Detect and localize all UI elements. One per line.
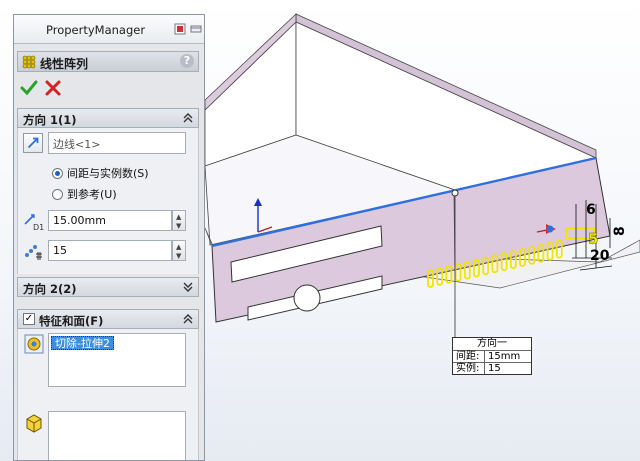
radio-spacing-instances[interactable]: 间距与实例数(S) <box>52 165 149 181</box>
linear-pattern-icon <box>22 55 36 69</box>
callout-spacing-value[interactable]: 15mm <box>485 351 520 362</box>
pin-icon[interactable] <box>174 23 186 35</box>
callout-title: 方向一 <box>477 338 507 349</box>
chevron-up-icon[interactable] <box>182 313 194 325</box>
callout-spacing-row: 间距: 15mm <box>453 350 531 362</box>
faces-to-pattern-icon <box>26 414 42 433</box>
spacing-spinner[interactable]: ▲ ▼ <box>172 210 186 231</box>
faces-listbox[interactable] <box>48 411 186 460</box>
property-manager-header: PropertyManager <box>14 15 204 44</box>
radio-spacing-label: 间距与实例数(S) <box>67 167 149 180</box>
callout-instances-row: 实例: 15 <box>453 362 531 374</box>
radio-dot-selected <box>52 168 63 179</box>
features-to-pattern-icon <box>24 334 44 354</box>
spacing-input[interactable]: 15.00mm <box>48 210 172 231</box>
model-viewport[interactable]: 6 5 8 20 <box>205 0 640 461</box>
features-title: 特征和面(F) <box>39 314 104 328</box>
features-group-body: 切除-拉伸2 <box>17 329 199 460</box>
round-cutout <box>293 284 321 312</box>
expand-icon[interactable] <box>190 23 202 35</box>
ok-check-button[interactable] <box>20 79 38 97</box>
list-item[interactable]: 切除-拉伸2 <box>51 336 114 350</box>
radio-reference-label: 到参考(U) <box>67 188 117 201</box>
feature-title-bar: 线性阵列 ? <box>17 51 199 72</box>
direction1-group-header[interactable]: 方向 1(1) <box>17 108 199 128</box>
radio-up-to-reference[interactable]: 到参考(U) <box>52 186 117 202</box>
callout-anchor <box>451 189 459 197</box>
chevron-down-icon[interactable] <box>182 281 194 293</box>
instances-count-icon <box>25 245 42 260</box>
direction1-title: 方向 1(1) <box>23 113 77 127</box>
dim-8-label: 8 <box>612 226 628 236</box>
callout-instances-value[interactable]: 15 <box>485 363 501 374</box>
features-checkbox[interactable]: ✓ <box>23 313 35 325</box>
callout-spacing-label: 间距: <box>453 351 485 362</box>
spacing-dimension-icon: D1 <box>24 214 44 232</box>
reverse-direction-icon[interactable] <box>23 133 43 153</box>
panel-title: PropertyManager <box>46 23 146 37</box>
dim-6-label: 6 <box>586 202 596 218</box>
feature-name: 线性阵列 <box>40 57 89 71</box>
spacing-icon-label: D1 <box>33 223 44 232</box>
help-icon[interactable]: ? <box>180 54 194 68</box>
pattern-callout[interactable]: 方向一 间距: 15mm 实例: 15 <box>452 337 532 375</box>
callout-title-row: 方向一 <box>453 338 531 350</box>
instances-input[interactable]: 15 <box>48 240 172 261</box>
direction2-group-header[interactable]: 方向 2(2) <box>17 277 199 297</box>
chevron-up-icon[interactable] <box>182 112 194 124</box>
features-listbox[interactable]: 切除-拉伸2 <box>48 333 186 387</box>
features-group-header[interactable]: ✓ 特征和面(F) <box>17 309 199 329</box>
dim-20-label: 20 <box>590 248 610 264</box>
property-manager-panel: PropertyManager 线性阵列 ? 方向 1(1) 边线<1> 间距与… <box>13 14 205 461</box>
radio-dot <box>52 189 63 200</box>
dim-5-label: 5 <box>588 230 598 248</box>
direction1-group-body: 边线<1> 间距与实例数(S) 到参考(U) D1 15.00mm ▲ ▼ 15 … <box>17 128 199 274</box>
instances-spinner[interactable]: ▲ ▼ <box>172 240 186 261</box>
callout-instances-label: 实例: <box>453 363 485 374</box>
edge-selection-field[interactable]: 边线<1> <box>48 132 186 154</box>
cancel-x-button[interactable] <box>44 79 62 97</box>
direction2-title: 方向 2(2) <box>23 282 77 296</box>
